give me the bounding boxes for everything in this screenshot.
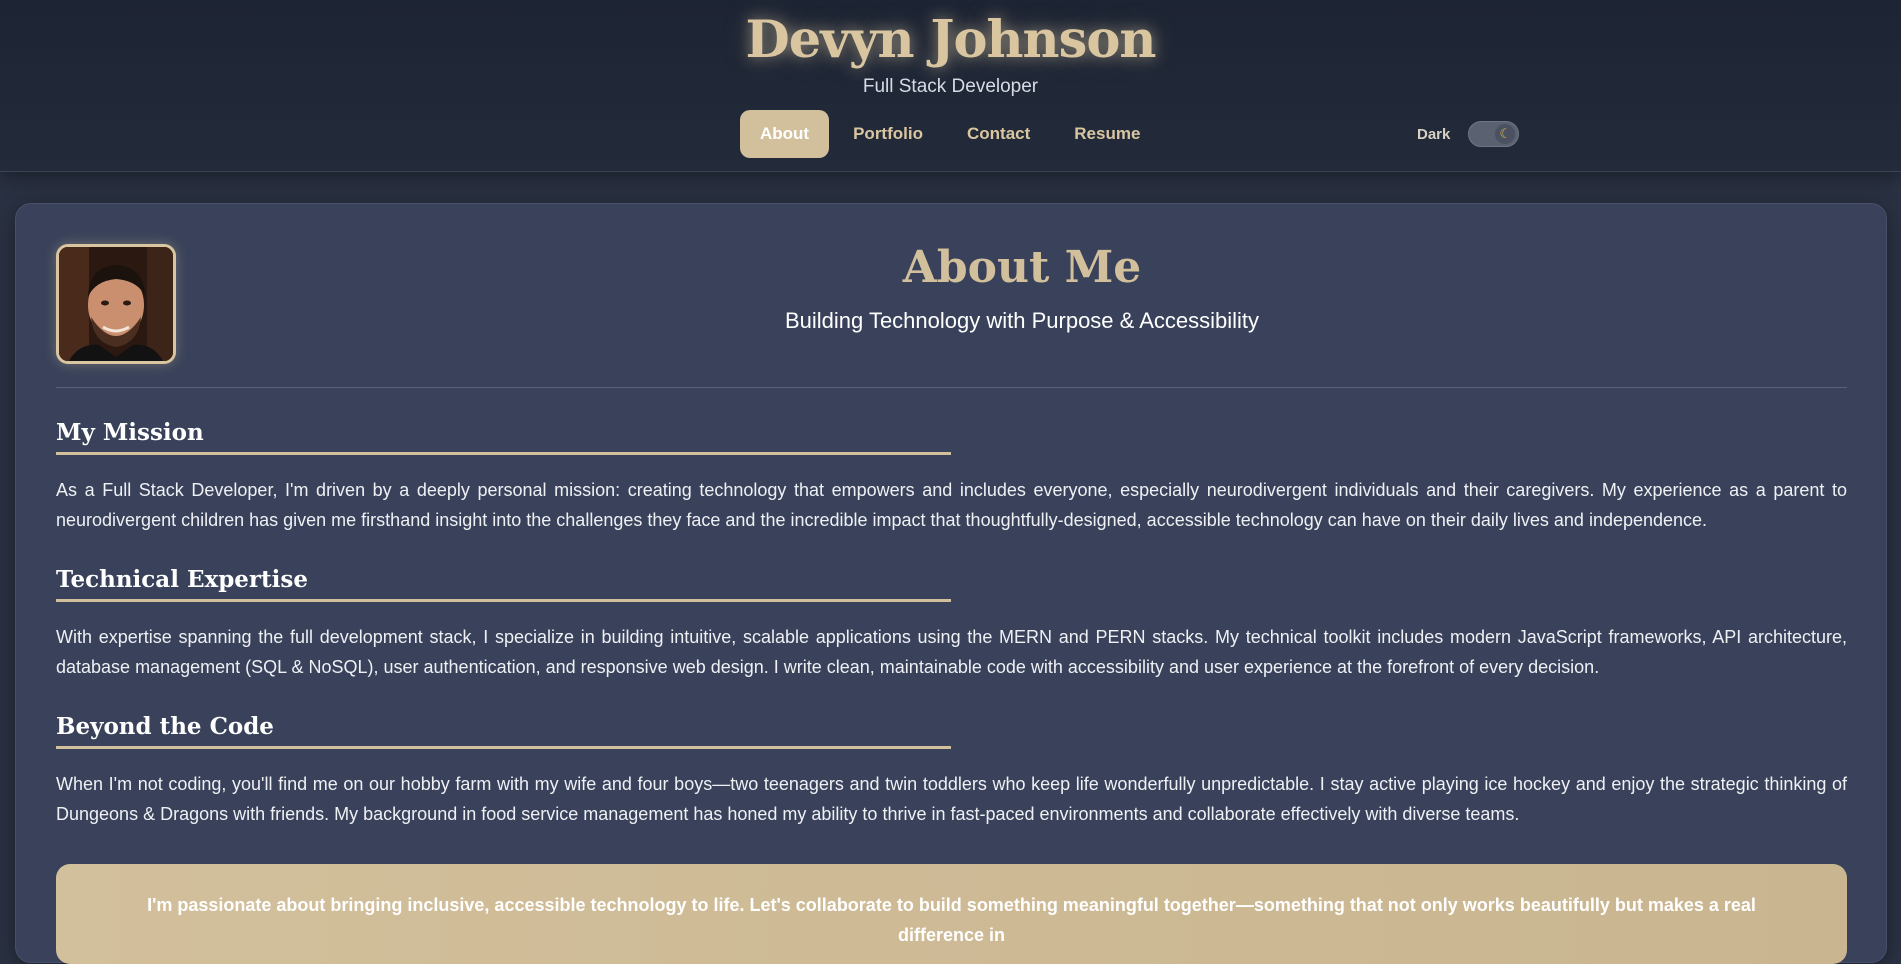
section-technical-expertise: Technical Expertise With expertise spann… [56,566,1847,682]
divider [56,387,1847,388]
nav-item-resume[interactable]: Resume [1054,110,1160,158]
section-mission: My Mission As a Full Stack Developer, I'… [56,419,1847,535]
about-card: About Me Building Technology with Purpos… [15,203,1887,964]
section-heading: Technical Expertise [56,566,951,602]
section-heading: Beyond the Code [56,713,951,749]
section-beyond-the-code: Beyond the Code When I'm not coding, you… [56,713,1847,829]
cta-banner: I'm passionate about bringing inclusive,… [56,864,1847,964]
site-name: Devyn Johnson [745,10,1157,70]
moon-icon: ☾ [1495,124,1516,144]
site-role: Full Stack Developer [862,76,1039,97]
nav-item-about[interactable]: About [740,110,830,158]
section-body: As a Full Stack Developer, I'm driven by… [56,480,1847,530]
main-nav: About Portfolio Contact Resume [740,110,1160,158]
theme-toggle: Dark ☾ [1417,121,1520,147]
dark-mode-switch[interactable]: ☾ [1468,121,1520,147]
section-heading: My Mission [56,419,951,455]
nav-item-contact[interactable]: Contact [947,110,1050,158]
section-body: With expertise spanning the full develop… [56,627,1847,677]
site-header: Devyn Johnson Full Stack Developer About… [0,0,1901,172]
nav-item-portfolio[interactable]: Portfolio [833,110,943,158]
theme-label: Dark [1417,125,1451,143]
page-title: About Me [902,242,1142,293]
page-subtitle: Building Technology with Purpose & Acces… [784,308,1260,333]
section-body: When I'm not coding, you'll find me on o… [56,774,1847,824]
